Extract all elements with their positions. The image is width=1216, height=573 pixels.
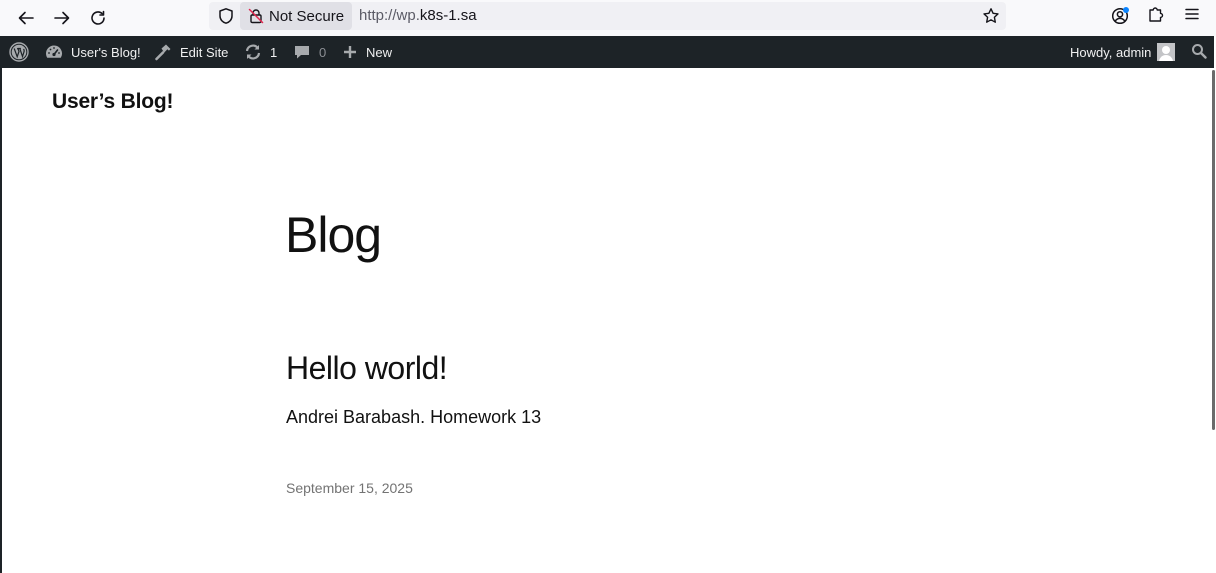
star-icon[interactable] [982,7,1000,25]
url-text[interactable]: http://wp.k8s-1.sa [359,2,477,30]
viewport-border [0,36,2,573]
avatar [1157,43,1176,61]
comments-count: 0 [319,44,327,60]
arrow-left-icon [17,9,35,27]
new-label: New [366,44,393,60]
security-indicator[interactable]: Not Secure [240,2,353,30]
updates-icon [244,43,262,61]
arrow-right-icon [53,9,71,27]
shield-icon[interactable] [217,7,235,25]
adminbar-site-name[interactable]: User's Blog! [45,36,141,68]
insecure-lock-icon [248,8,264,24]
comment-icon [293,43,311,61]
wordpress-menu[interactable] [9,36,37,68]
back-button[interactable] [12,4,40,32]
account-button[interactable] [1109,5,1131,27]
wp-admin-bar: User's Blog! Edit Site 1 0 New Howdy, ad… [2,36,1214,68]
account-icon [1111,7,1129,25]
plus-icon [342,44,358,60]
edit-site-label: Edit Site [180,44,229,60]
notification-dot [1123,7,1129,13]
extensions-button[interactable] [1145,5,1167,27]
wordpress-logo-icon [9,42,29,62]
hammer-icon [154,43,172,61]
adminbar-my-account[interactable]: Howdy, admin [1070,36,1176,68]
greeting-label: Howdy, admin [1070,44,1152,60]
search-icon [1191,43,1207,62]
adminbar-comments[interactable]: 0 [293,36,326,68]
site-name-label: User's Blog! [71,44,141,60]
post-title-link[interactable]: Hello world! [286,348,448,388]
post-excerpt: Andrei Barabash. Homework 13 [286,407,542,427]
page-title: Blog [285,207,382,263]
adminbar-search[interactable] [1191,36,1207,68]
puzzle-icon [1147,5,1165,28]
reload-icon [89,9,107,27]
adminbar-new[interactable]: New [342,36,392,68]
site-title[interactable]: User’s Blog! [52,90,173,114]
browser-toolbar: Not Secure http://wp.k8s-1.sa [0,0,1216,36]
forward-button[interactable] [48,4,76,32]
reload-button[interactable] [84,4,112,32]
menu-button[interactable] [1181,5,1203,27]
updates-count: 1 [270,44,278,60]
url-host: k8s-1.sa [419,7,477,24]
page-scrollbar[interactable] [1212,70,1215,430]
dashboard-icon [45,44,63,60]
address-bar[interactable]: Not Secure http://wp.k8s-1.sa [209,2,1006,30]
hamburger-menu-icon [1184,6,1200,27]
adminbar-updates[interactable]: 1 [244,36,277,68]
url-prefix: http://wp. [359,7,420,24]
adminbar-edit-site[interactable]: Edit Site [154,36,228,68]
post-date[interactable]: September 15, 2025 [286,479,413,497]
security-label: Not Secure [269,7,345,25]
